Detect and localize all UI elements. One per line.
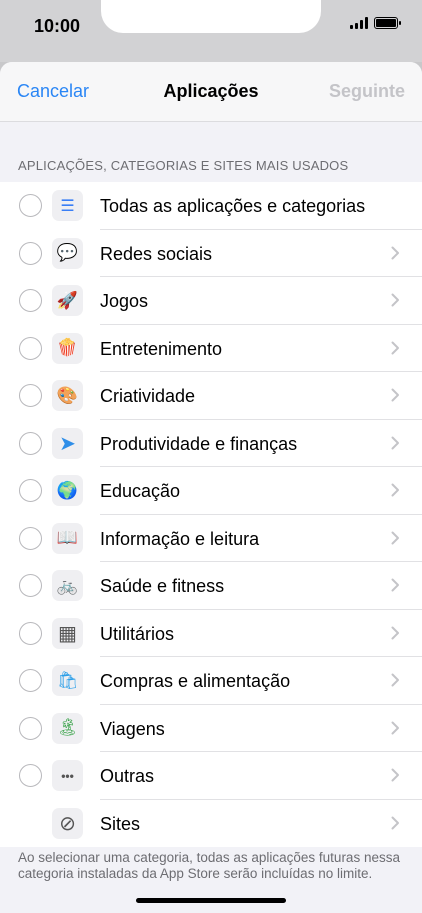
chevron-right-icon	[391, 531, 399, 544]
selection-radio[interactable]	[19, 431, 42, 455]
globe-icon: 🌍	[52, 475, 83, 506]
list-item-label: Criatividade	[100, 386, 196, 406]
selection-radio[interactable]	[19, 479, 42, 502]
list-item[interactable]: ▦ Utilitários	[0, 610, 422, 657]
app-picker-sheet: Cancelar Aplicações Seguinte APLICAÇÕES,…	[0, 62, 422, 913]
palm-island-icon: 🏝	[52, 712, 83, 744]
status-icons	[350, 17, 401, 29]
calculator-icon: ▦	[52, 617, 83, 649]
list-item[interactable]: 🚲 Saúde e fitness	[0, 562, 422, 610]
list-item-label: Sites	[100, 813, 141, 834]
list-item[interactable]: 💬 Redes sociais	[0, 230, 422, 277]
selection-radio[interactable]	[19, 574, 42, 597]
list-item-label: Compras e alimentação	[100, 671, 291, 691]
chat-bubble-heart-icon: 💬	[52, 237, 83, 269]
list-item-label: Outras	[100, 766, 155, 786]
selection-radio[interactable]	[19, 621, 42, 645]
layers-stack-icon: ☰	[52, 190, 83, 221]
list-item[interactable]: 🛍 Compras e alimentação	[0, 657, 422, 705]
list-item[interactable]: 📖 Informação e leitura	[0, 515, 422, 562]
chevron-right-icon	[391, 388, 399, 402]
footer-note: Ao selecionar uma categoria, todas as ap…	[18, 850, 400, 881]
list-item[interactable]: 🎨 Criatividade	[0, 372, 422, 420]
list-item-label: Entretenimento	[100, 338, 223, 359]
home-indicator[interactable]	[136, 898, 286, 903]
selection-radio[interactable]	[19, 669, 42, 692]
rocket-icon: 🚀	[52, 285, 83, 316]
list-item-label: Informação e leitura	[100, 528, 260, 549]
chevron-right-icon	[391, 246, 399, 259]
list-item-label: Saúde e fitness	[100, 576, 225, 596]
chevron-right-icon	[391, 293, 399, 307]
list-item-label: Todas as aplicações e categorias	[100, 196, 366, 216]
cellular-signal-icon	[350, 17, 368, 29]
chevron-right-icon	[391, 721, 399, 734]
list-item-label: Educação	[100, 481, 181, 501]
selection-radio[interactable]	[19, 336, 42, 360]
list-item-label: Viagens	[100, 718, 165, 739]
list-item[interactable]: ☰ Todas as aplicações e categorias	[0, 182, 422, 230]
list-item-label: Jogos	[100, 291, 149, 311]
paper-plane-icon: ➤	[52, 427, 83, 459]
chevron-right-icon	[391, 436, 399, 449]
selection-radio[interactable]	[19, 764, 42, 787]
list-item-label: Redes sociais	[100, 243, 213, 264]
notch	[101, 0, 321, 33]
list-item-label: Produtividade e finanças	[100, 433, 298, 454]
ellipsis-icon: •••	[52, 760, 83, 791]
list-item[interactable]: 🌍 Educação	[0, 467, 422, 515]
category-list: ☰ Todas as aplicações e categorias 💬 Redes …	[0, 182, 422, 847]
open-book-icon: 📖	[52, 522, 83, 554]
selection-radio[interactable]	[19, 194, 42, 217]
compass-icon: ⊘	[52, 807, 83, 839]
chevron-right-icon	[391, 816, 399, 829]
list-item[interactable]: 🏝 Viagens	[0, 705, 422, 752]
shopping-bag-icon: 🛍	[52, 665, 83, 696]
bicycle-icon: 🚲	[52, 570, 83, 601]
status-time: 10:00	[34, 16, 81, 36]
selection-radio[interactable]	[19, 241, 42, 265]
chevron-right-icon	[391, 483, 399, 497]
chevron-right-icon	[391, 673, 399, 687]
list-item-label: Utilitários	[100, 623, 175, 644]
list-item[interactable]: 🍿 Entretenimento	[0, 325, 422, 372]
selection-radio[interactable]	[19, 526, 42, 550]
popcorn-icon: 🍿	[52, 332, 83, 364]
navigation-bar: Cancelar Aplicações Seguinte	[0, 62, 422, 122]
list-item[interactable]: ⊘ Sites	[0, 800, 422, 848]
next-button[interactable]: Seguinte	[329, 81, 405, 102]
selection-radio[interactable]	[19, 716, 42, 740]
list-item[interactable]: ➤ Produtividade e finanças	[0, 420, 422, 467]
section-header: APLICAÇÕES, CATEGORIAS E SITES MAIS USAD…	[18, 158, 349, 173]
battery-icon	[374, 17, 401, 29]
chevron-right-icon	[391, 341, 399, 354]
status-bar: 10:00	[0, 0, 422, 62]
selection-radio[interactable]	[19, 289, 42, 312]
chevron-right-icon	[391, 626, 399, 639]
chevron-right-icon	[391, 578, 399, 592]
list-item[interactable]: ••• Outras	[0, 752, 422, 800]
palette-icon: 🎨	[52, 380, 83, 411]
list-item[interactable]: 🚀 Jogos	[0, 277, 422, 325]
selection-radio[interactable]	[19, 384, 42, 407]
chevron-right-icon	[391, 768, 399, 782]
